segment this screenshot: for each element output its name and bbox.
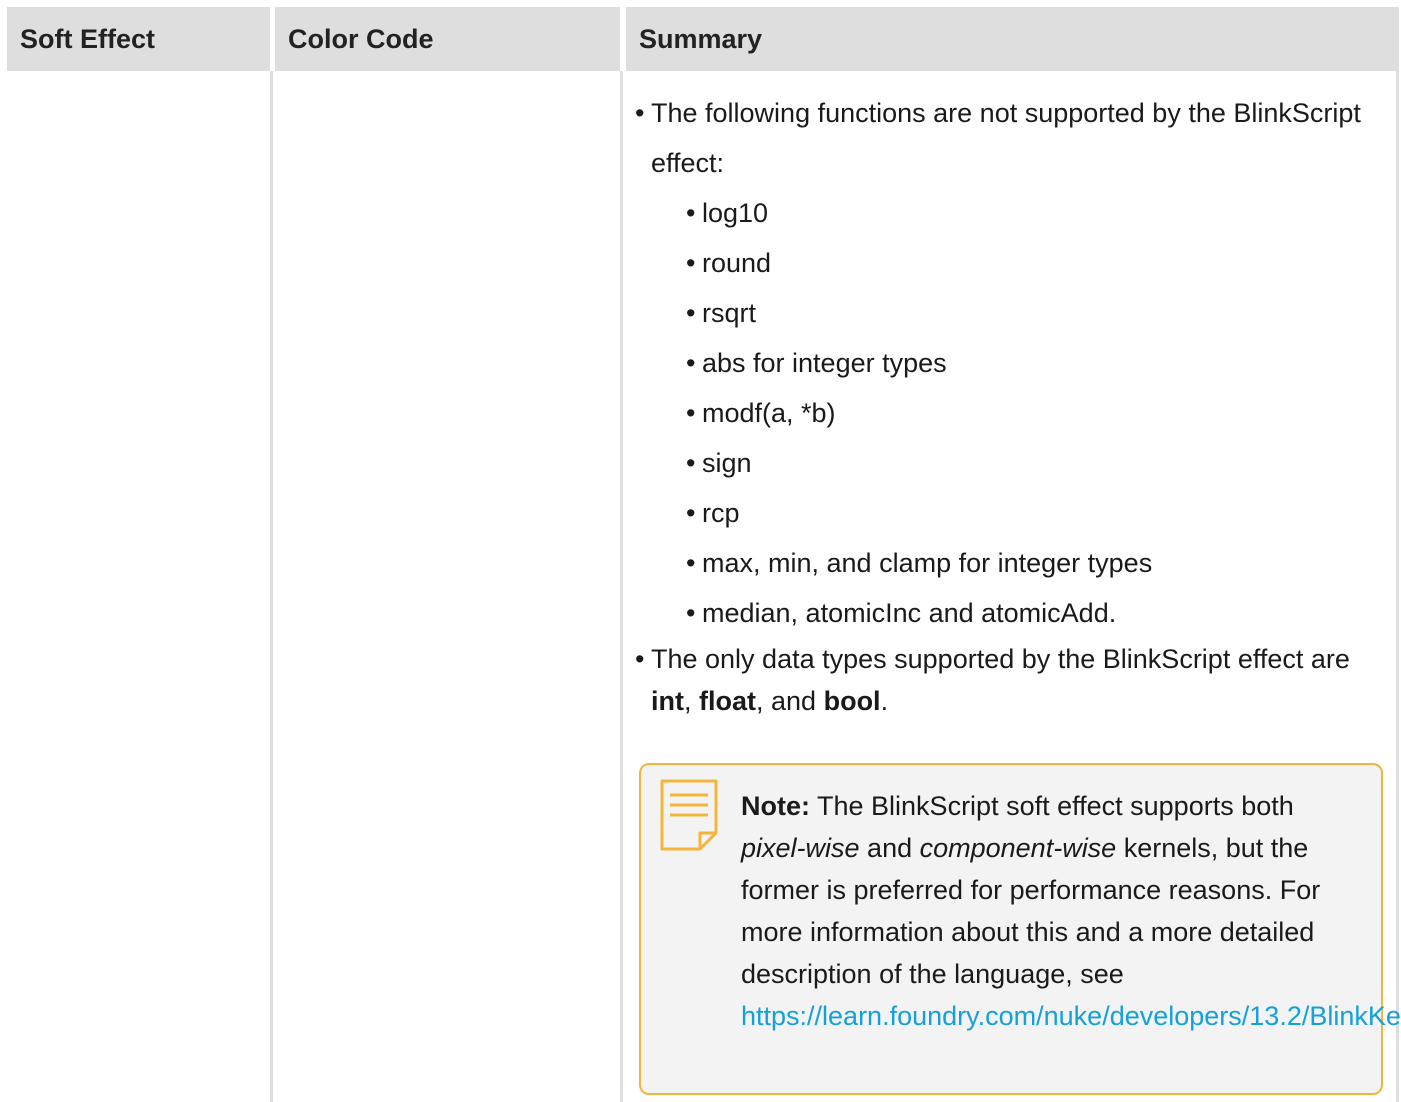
column-divider xyxy=(270,71,273,1102)
type-float: float xyxy=(699,686,757,716)
list-item: round xyxy=(686,238,1380,288)
list-item: abs for integer types xyxy=(686,338,1380,388)
column-divider xyxy=(1396,71,1399,1102)
type-int: int xyxy=(651,686,684,716)
column-divider xyxy=(620,71,623,1102)
note-emphasis: component-wise xyxy=(919,833,1117,863)
list-item: max, min, and clamp for integer types xyxy=(686,538,1380,588)
list-item: median, atomicInc and atomicAdd. xyxy=(686,588,1380,638)
blink-kernels-link[interactable]: https://learn.foundry.com/nuke/developer… xyxy=(741,1001,1401,1031)
unsupported-intro: The following functions are not supporte… xyxy=(651,98,1361,178)
list-item: log10 xyxy=(686,188,1380,238)
note-icon xyxy=(660,779,718,851)
note-label: Note: xyxy=(741,791,810,821)
types-text: The only data types supported by the Bli… xyxy=(651,644,1350,674)
note-body: and xyxy=(859,833,920,863)
type-bool: bool xyxy=(823,686,881,716)
table-header: Soft Effect Color Code Summary xyxy=(7,7,1399,71)
list-item: modf(a, *b) xyxy=(686,388,1380,438)
types-separator: , and xyxy=(756,686,824,716)
types-end: . xyxy=(880,686,889,716)
note-emphasis: pixel-wise xyxy=(741,833,860,863)
list-item-data-types: The only data types supported by the Bli… xyxy=(635,638,1380,722)
list-item: sign xyxy=(686,438,1380,488)
header-summary: Summary xyxy=(626,7,1399,71)
note-text: Note: The BlinkScript soft effect suppor… xyxy=(741,785,1401,1037)
types-separator: , xyxy=(684,686,700,716)
list-item: rsqrt xyxy=(686,288,1380,338)
list-item: rcp xyxy=(686,488,1380,538)
list-item-unsupported: The following functions are not supporte… xyxy=(635,88,1380,188)
note-body: The BlinkScript soft effect supports bot… xyxy=(810,791,1294,821)
summary-cell: The following functions are not supporte… xyxy=(635,88,1380,722)
header-color-code: Color Code xyxy=(275,7,620,71)
note-callout: Note: The BlinkScript soft effect suppor… xyxy=(639,763,1401,1095)
header-soft-effect: Soft Effect xyxy=(7,7,270,71)
unsupported-functions-list: log10 round rsqrt abs for integer types … xyxy=(686,188,1380,638)
